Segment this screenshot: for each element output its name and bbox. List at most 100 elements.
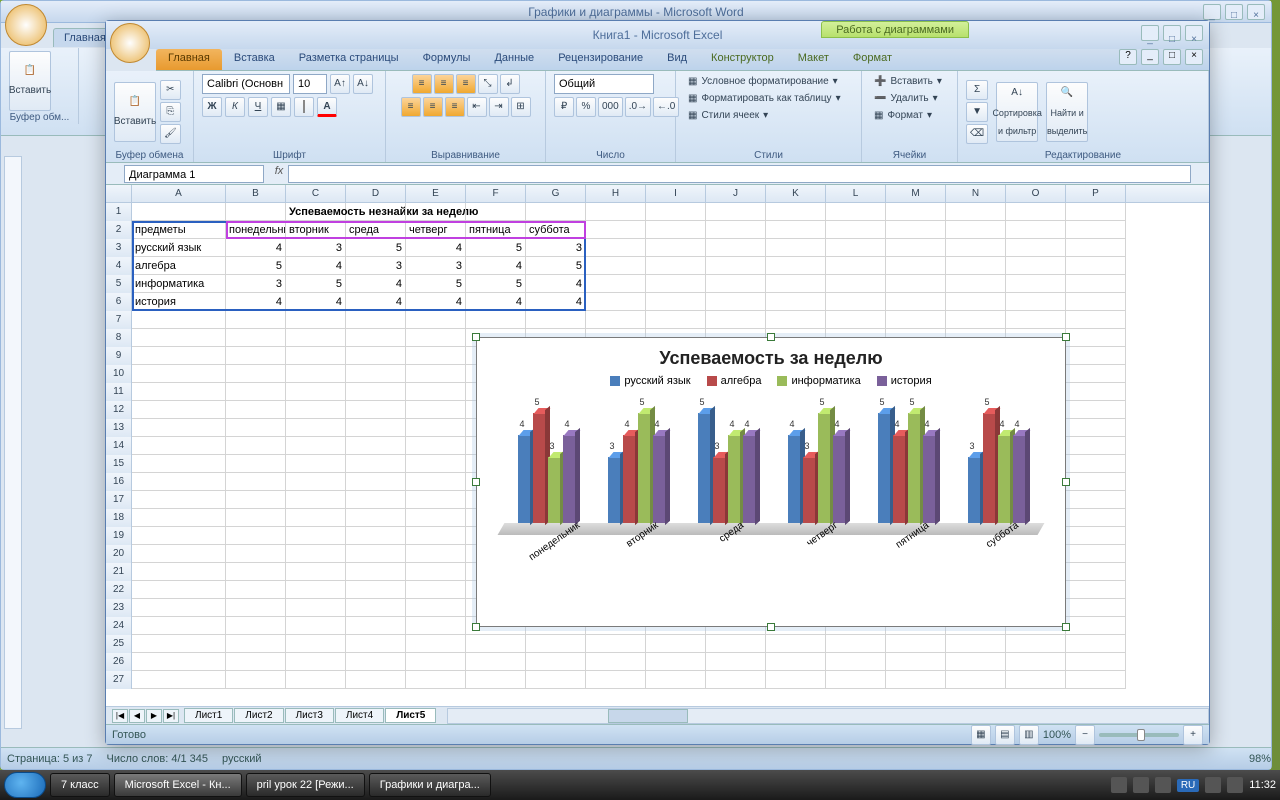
cell[interactable] (132, 383, 226, 401)
column-header[interactable]: C (286, 185, 346, 202)
cell[interactable]: пятница (466, 221, 526, 239)
fill-icon[interactable]: ▼ (966, 102, 988, 122)
cell[interactable] (1066, 347, 1126, 365)
cell[interactable]: 4 (406, 293, 466, 311)
cell[interactable] (946, 311, 1006, 329)
cell[interactable]: 4 (526, 275, 586, 293)
office-button-excel[interactable] (110, 23, 150, 63)
restore-icon[interactable]: □ (1163, 49, 1181, 65)
percent-icon[interactable]: % (576, 97, 596, 117)
cell[interactable] (466, 635, 526, 653)
cell[interactable] (346, 365, 406, 383)
close-button[interactable]: × (1247, 4, 1265, 20)
row-header[interactable]: 21 (106, 563, 132, 581)
cell[interactable] (1066, 545, 1126, 563)
sort-filter-button[interactable]: A↓Сортировка и фильтр (996, 82, 1038, 142)
cell[interactable] (406, 653, 466, 671)
view-normal-icon[interactable]: ▦ (971, 725, 991, 745)
cell[interactable] (886, 293, 946, 311)
cell[interactable] (1066, 635, 1126, 653)
cell[interactable]: четверг (406, 221, 466, 239)
row-header[interactable]: 15 (106, 455, 132, 473)
cell[interactable] (132, 509, 226, 527)
row-header[interactable]: 27 (106, 671, 132, 689)
cell[interactable] (646, 671, 706, 689)
cell[interactable] (706, 671, 766, 689)
cell[interactable] (346, 473, 406, 491)
cell[interactable] (226, 617, 286, 635)
zoom-slider[interactable] (1099, 733, 1179, 737)
cell[interactable] (1066, 221, 1126, 239)
cell[interactable] (646, 257, 706, 275)
cell[interactable] (132, 491, 226, 509)
cell[interactable] (346, 617, 406, 635)
number-format-combo[interactable]: Общий (554, 74, 654, 94)
cell[interactable] (826, 311, 886, 329)
column-header[interactable]: J (706, 185, 766, 202)
zoom-out-button[interactable]: − (1075, 725, 1095, 745)
find-select-button[interactable]: 🔍Найти и выделить (1046, 82, 1088, 142)
cell[interactable] (286, 473, 346, 491)
cell[interactable] (1006, 653, 1066, 671)
cell[interactable] (826, 203, 886, 221)
cell[interactable] (132, 599, 226, 617)
cell[interactable] (406, 617, 466, 635)
view-layout-icon[interactable]: ▤ (995, 725, 1015, 745)
cell[interactable] (346, 347, 406, 365)
resize-handle[interactable] (472, 333, 480, 341)
tab-data[interactable]: Данные (482, 49, 546, 70)
align-top-icon[interactable]: ≡ (412, 74, 432, 94)
cell[interactable] (646, 635, 706, 653)
column-header[interactable]: E (406, 185, 466, 202)
cell[interactable] (226, 527, 286, 545)
cell[interactable] (706, 203, 766, 221)
cell[interactable] (1066, 455, 1126, 473)
tab-layout[interactable]: Макет (786, 49, 841, 70)
cell[interactable]: 4 (286, 293, 346, 311)
font-color-icon[interactable]: A (317, 97, 337, 117)
cell[interactable] (286, 365, 346, 383)
start-button[interactable] (4, 772, 46, 798)
cell[interactable] (226, 473, 286, 491)
cell[interactable] (406, 473, 466, 491)
cell[interactable] (1066, 419, 1126, 437)
row-header[interactable]: 13 (106, 419, 132, 437)
cell[interactable] (1066, 653, 1126, 671)
cell[interactable] (346, 203, 406, 221)
cell[interactable] (346, 671, 406, 689)
column-header[interactable]: M (886, 185, 946, 202)
cell[interactable] (226, 491, 286, 509)
cell[interactable] (646, 275, 706, 293)
row-header[interactable]: 5 (106, 275, 132, 293)
borders-icon[interactable]: ▦ (271, 97, 291, 117)
minimize-icon[interactable]: _ (1141, 49, 1159, 65)
tray-icon[interactable] (1111, 777, 1127, 793)
cell[interactable] (1066, 473, 1126, 491)
insert-cells-button[interactable]: ➕ Вставить▾ (870, 74, 946, 89)
cell[interactable] (286, 401, 346, 419)
row-header[interactable]: 19 (106, 527, 132, 545)
cell[interactable] (766, 257, 826, 275)
row-header[interactable]: 12 (106, 401, 132, 419)
cut-icon[interactable]: ✂ (160, 80, 181, 100)
cell[interactable] (132, 653, 226, 671)
row-header[interactable]: 8 (106, 329, 132, 347)
tab-page-layout[interactable]: Разметка страницы (287, 49, 411, 70)
cell[interactable] (286, 329, 346, 347)
cell[interactable] (946, 257, 1006, 275)
cell[interactable] (406, 401, 466, 419)
cell[interactable] (346, 527, 406, 545)
row-header[interactable]: 14 (106, 437, 132, 455)
cell[interactable] (226, 509, 286, 527)
format-painter-icon[interactable]: 🖌 (160, 124, 181, 144)
cell[interactable] (286, 671, 346, 689)
tab-design[interactable]: Конструктор (699, 49, 786, 70)
cell[interactable] (826, 671, 886, 689)
cell[interactable] (226, 203, 286, 221)
cell[interactable] (1066, 581, 1126, 599)
cell[interactable]: 4 (346, 275, 406, 293)
formula-bar[interactable] (288, 165, 1191, 183)
format-as-table-button[interactable]: ▦Форматировать как таблицу▾ (684, 91, 845, 106)
cell[interactable]: русский язык (132, 239, 226, 257)
cell[interactable] (346, 437, 406, 455)
